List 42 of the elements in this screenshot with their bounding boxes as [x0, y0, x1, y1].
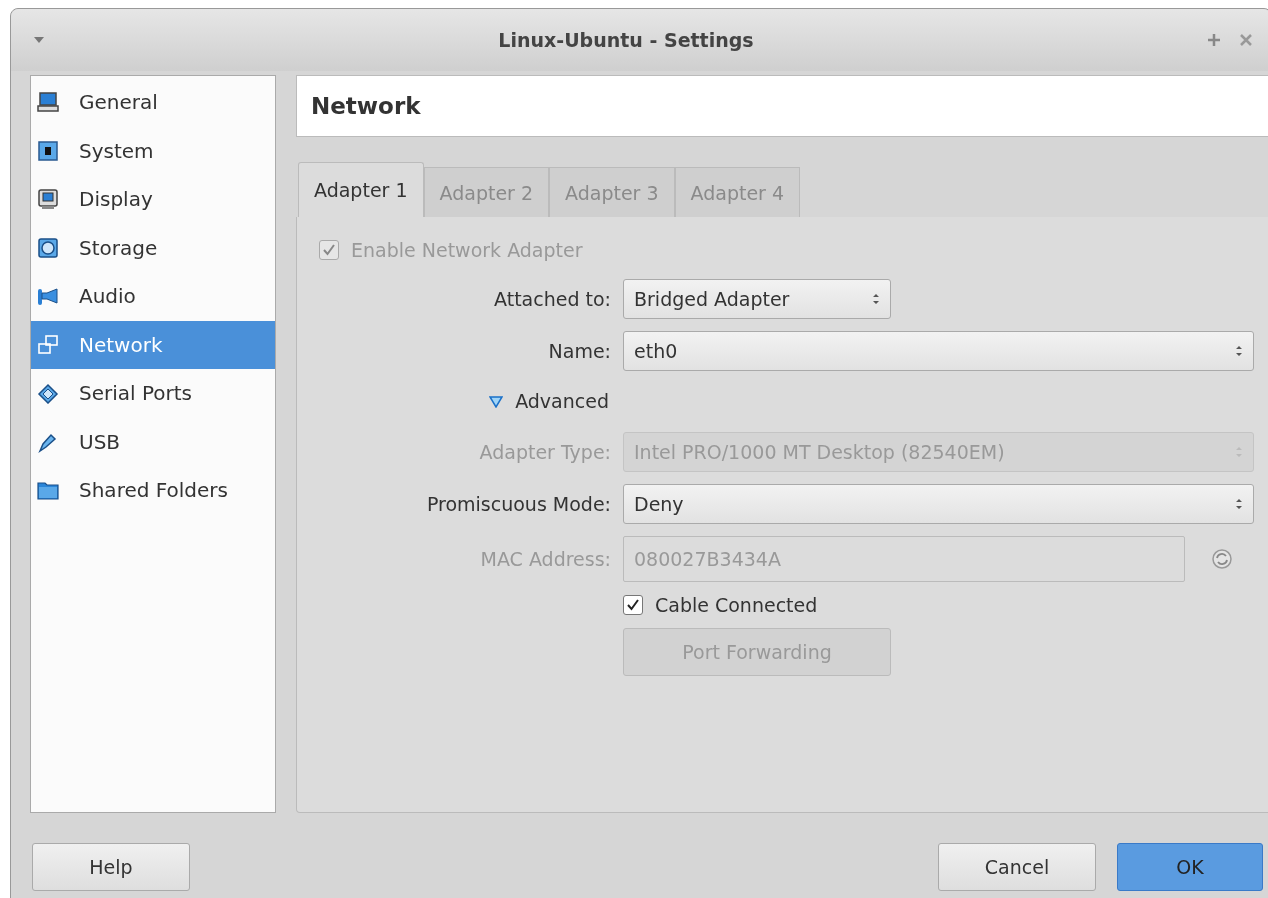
- dialog-button[interactable]: Cancel: [938, 843, 1096, 891]
- checkbox-label: Cable Connected: [655, 594, 818, 616]
- category-item[interactable]: Audio: [31, 272, 275, 321]
- chip-icon: [37, 139, 59, 162]
- adapter-tab[interactable]: Adapter 1: [298, 162, 424, 217]
- category-item[interactable]: System: [31, 126, 275, 175]
- category-item[interactable]: Serial Ports: [31, 369, 275, 418]
- spinner-arrows-icon: [1235, 344, 1243, 358]
- category-item[interactable]: Storage: [31, 223, 275, 272]
- field-label: Name:: [547, 338, 611, 364]
- dropdown[interactable]: Deny: [623, 484, 1254, 524]
- triangle-icon: [489, 395, 504, 408]
- category-item[interactable]: Display: [31, 175, 275, 224]
- category-item[interactable]: Shared Folders: [31, 466, 275, 515]
- maximize-icon[interactable]: [1207, 33, 1221, 47]
- close-icon[interactable]: [1239, 33, 1253, 47]
- page-title: Network: [311, 93, 421, 119]
- monitor-icon: [37, 91, 59, 114]
- checkbox[interactable]: [623, 595, 643, 615]
- field-label: Promiscuous Mode:: [425, 491, 611, 517]
- field-label: Attached to:: [493, 286, 611, 312]
- spinner-arrows-icon: [872, 292, 880, 306]
- network-icon: [37, 333, 59, 356]
- folder-icon: [37, 479, 59, 502]
- spinner-arrows-icon: [1235, 497, 1243, 511]
- window-menu-icon[interactable]: [33, 36, 45, 44]
- window-title: Linux-Ubuntu - Settings: [497, 29, 755, 51]
- dialog-button[interactable]: OK: [1117, 843, 1263, 891]
- speaker-icon: [37, 285, 59, 308]
- refresh-icon[interactable]: [1211, 548, 1233, 570]
- expander-toggle[interactable]: Advanced: [489, 383, 609, 420]
- field-label: MAC Address:: [479, 546, 611, 572]
- field-label: Adapter Type:: [478, 439, 611, 465]
- category-item[interactable]: USB: [31, 417, 275, 466]
- dropdown[interactable]: Bridged Adapter: [623, 279, 891, 319]
- checkbox-label: Enable Network Adapter: [351, 239, 583, 261]
- spinner-arrows-icon: [1235, 445, 1243, 459]
- category-item[interactable]: General: [31, 78, 275, 127]
- dialog-button[interactable]: Help: [32, 843, 190, 891]
- dropdown[interactable]: eth0: [623, 331, 1254, 371]
- serial-port-icon: [37, 382, 59, 405]
- display-icon: [37, 188, 59, 211]
